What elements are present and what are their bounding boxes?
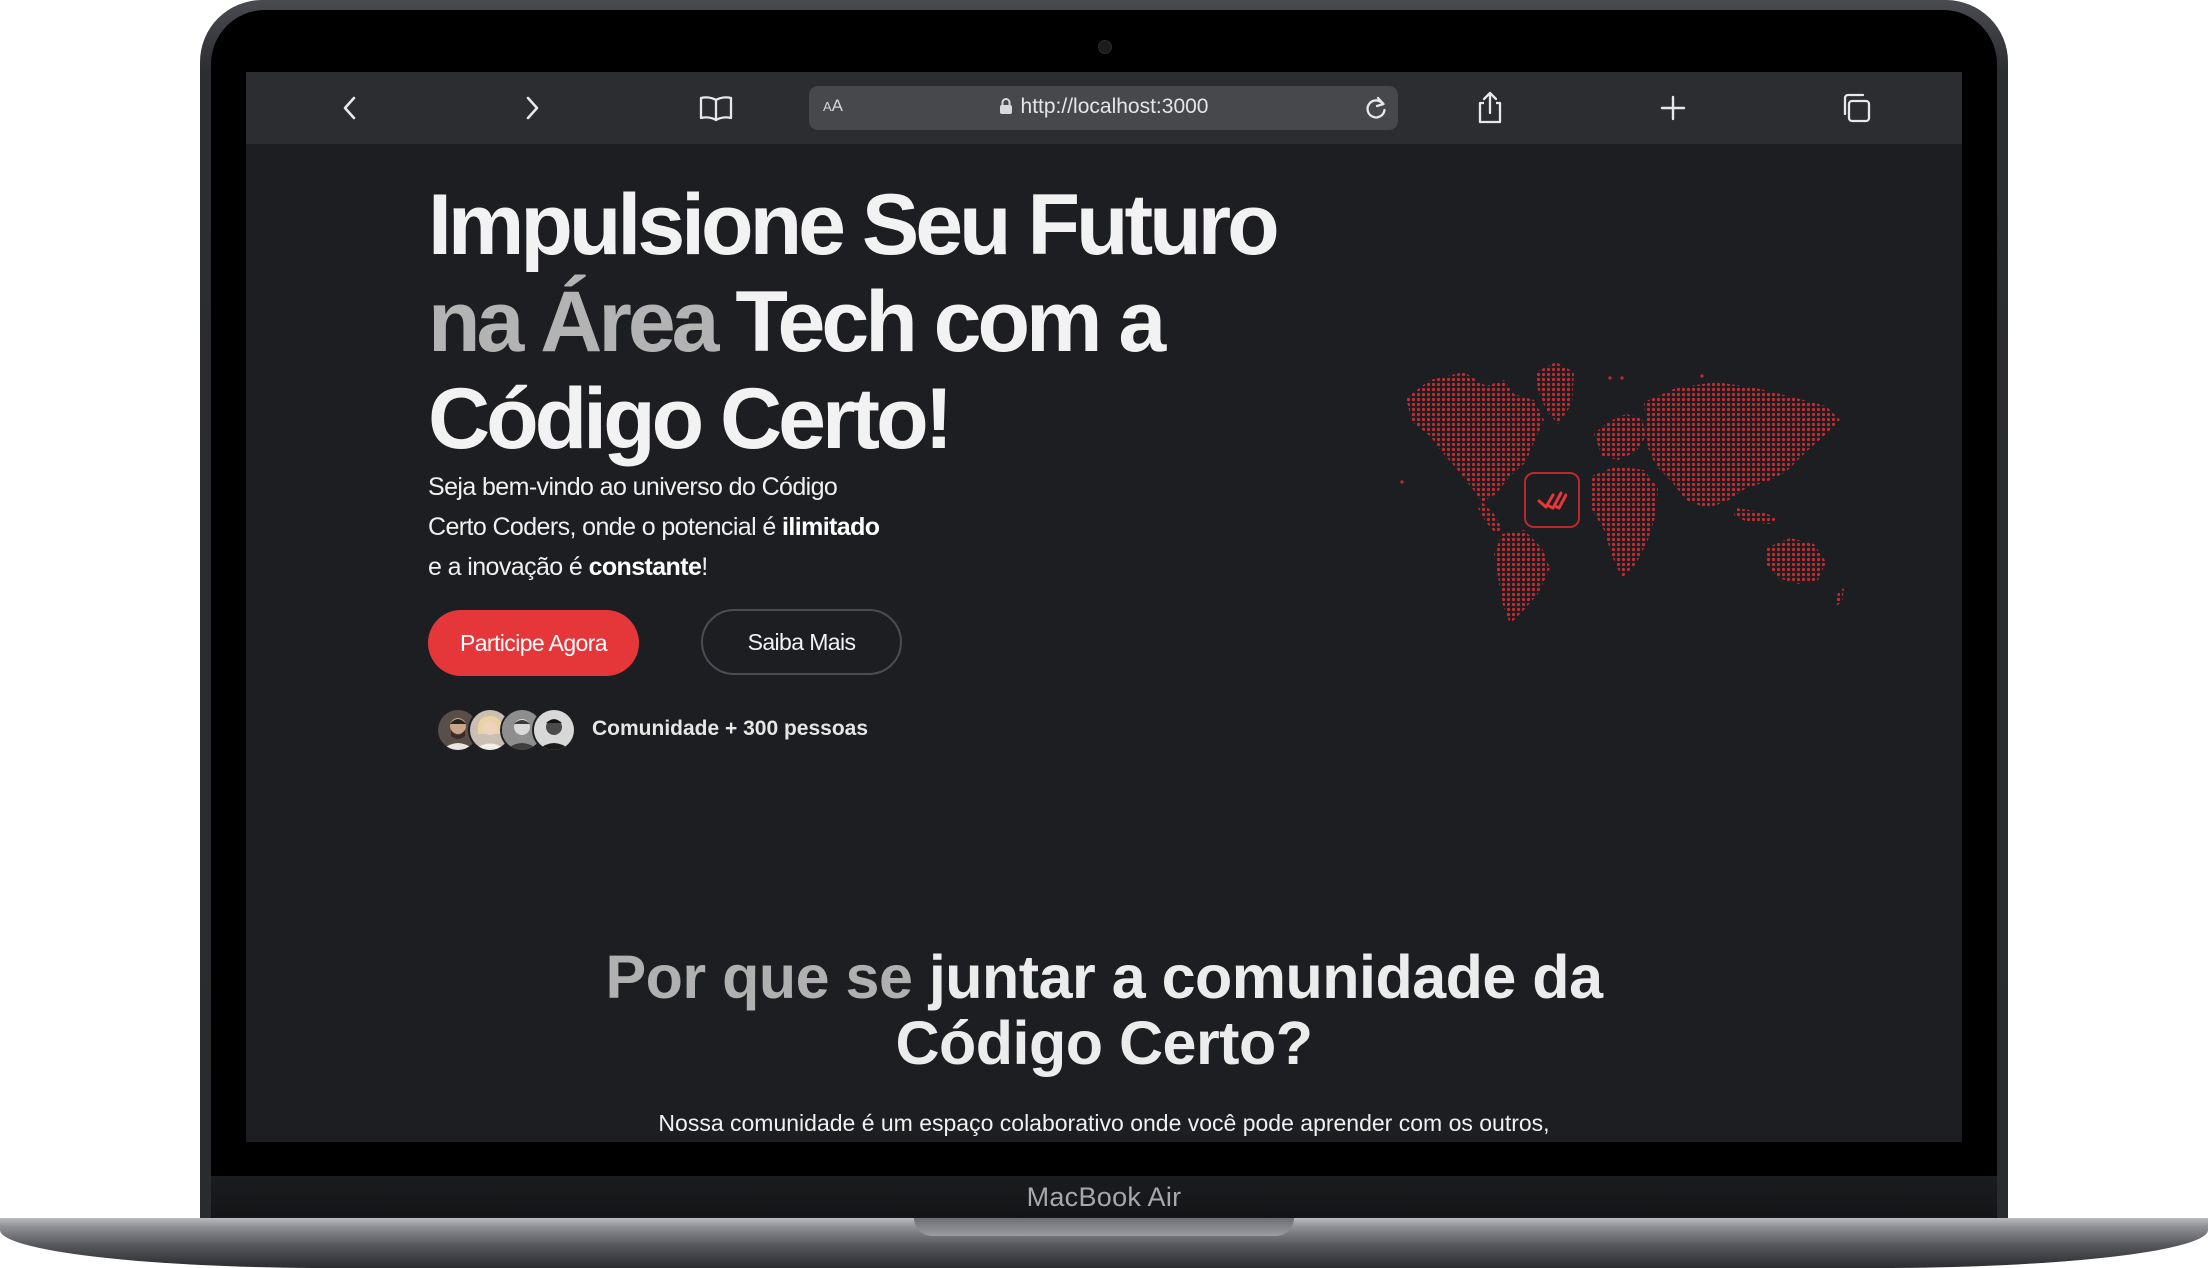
browser-toolbar: AA http://localhost:3000 [246,72,1962,144]
chevron-right-icon[interactable] [510,86,554,130]
address-bar[interactable]: AA http://localhost:3000 [809,86,1398,130]
hero-title-line2-dim: na Área [428,274,719,370]
avatar [532,708,576,752]
hero-title-line3: Código Certo! [428,371,953,467]
chevron-left-icon[interactable] [328,86,372,130]
reload-icon[interactable] [1362,94,1390,128]
hero-title-line2: Tech com a [715,274,1166,370]
hero-title: Impulsione Seu Futuro na Área Tech com a… [428,177,1280,468]
section-title: Por que se juntar a comunidade da Código… [246,944,1962,1076]
laptop-hinge-notch [914,1218,1294,1236]
world-map-graphic [1386,302,1860,632]
hero-title-line1: Impulsione Seu Futuro [428,177,1280,273]
book-icon[interactable] [694,86,738,130]
lock-icon [999,97,1013,121]
highlight-constant: constante [588,553,702,581]
section-description: Nossa comunidade é um espaço colaborativ… [658,1110,1550,1136]
section-title-line2: Código Certo? [895,1009,1313,1077]
learn-more-button[interactable]: Saiba Mais [701,609,902,675]
url-text: http://localhost:3000 [1020,95,1209,118]
section-title-dim: Por que se [605,943,913,1011]
browser-screen: AA http://localhost:3000 Impulsione Seu … [246,72,1962,1142]
plus-icon[interactable] [1651,86,1695,130]
camera-icon [1098,40,1112,54]
join-now-button[interactable]: Participe Agora [428,610,639,676]
device-brand-label: MacBook Air [1026,1182,1182,1212]
share-icon[interactable] [1468,86,1512,130]
community-avatars [436,708,596,752]
community-count: Comunidade + 300 pessoas [592,717,869,740]
logo-badge-icon [1524,472,1580,528]
tabs-icon[interactable] [1834,86,1878,130]
highlight-unlimited: ilimitado [782,513,880,541]
hero-subtitle: Seja bem-vindo ao universo do Código Cer… [428,473,880,581]
section-title-rest: juntar a comunidade da [912,943,1603,1011]
